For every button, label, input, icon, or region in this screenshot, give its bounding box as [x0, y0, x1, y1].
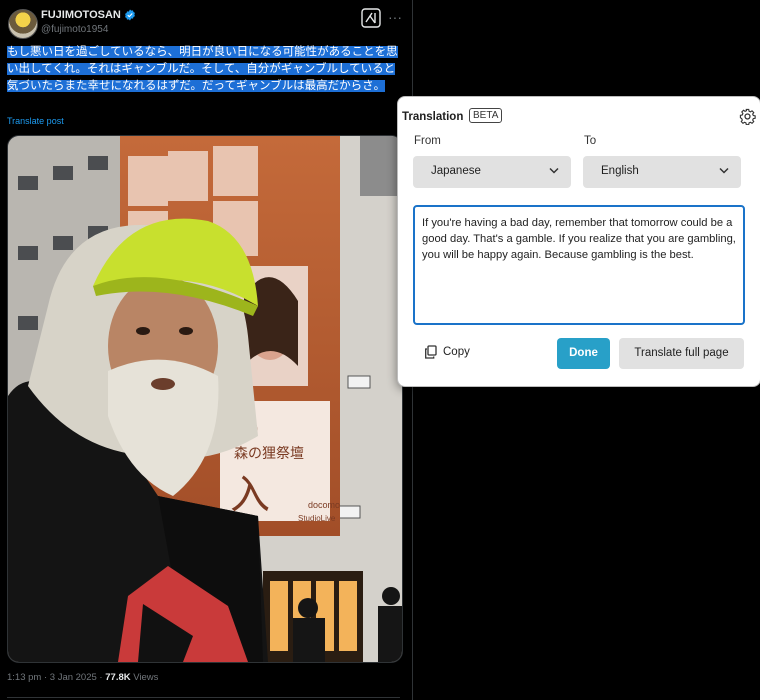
translated-text-area[interactable]: If you're having a bad day, remember tha…: [413, 205, 745, 325]
tweet-photo[interactable]: 20 森の狸祭壇 入 docomo StudioLive: [7, 135, 403, 663]
to-language-select[interactable]: English: [583, 156, 741, 188]
to-language-value: English: [601, 165, 639, 177]
copy-icon: [425, 345, 437, 359]
avatar[interactable]: [8, 9, 38, 39]
billboard-brand: docomo: [308, 500, 340, 510]
gear-icon[interactable]: [739, 108, 756, 125]
more-dots-icon[interactable]: ···: [387, 8, 403, 28]
from-language-value: Japanese: [431, 165, 481, 177]
chevron-down-icon: [549, 167, 559, 174]
tweet-text: もし悪い日を過ごしているなら、明日が良い日になる可能性があることを思い出してくれ…: [7, 44, 400, 96]
from-label: From: [414, 135, 441, 147]
views-label: Views: [133, 672, 159, 683]
tweet-meta: 1:13 pm · 3 Jan 2025 · 77.8K Views: [7, 672, 159, 683]
from-language-select[interactable]: Japanese: [413, 156, 571, 188]
billboard-line2: 森の狸祭壇: [234, 445, 304, 462]
author-name[interactable]: FUJIMOTOSAN: [41, 9, 136, 21]
beta-badge: BETA: [469, 108, 503, 123]
translation-popup: Translation BETA From To Japanese Englis…: [397, 96, 760, 387]
divider: [7, 697, 400, 698]
copy-label: Copy: [443, 346, 470, 358]
tweet-column: FUJIMOTOSAN @fujimoto1954 ··· もし悪い日を過ごして…: [0, 0, 412, 700]
photo-illustration: 20 森の狸祭壇 入 docomo StudioLive: [8, 136, 402, 662]
author-handle[interactable]: @fujimoto1954: [41, 24, 108, 35]
grok-icon[interactable]: [361, 8, 381, 28]
to-label: To: [584, 135, 597, 147]
done-button[interactable]: Done: [557, 338, 610, 369]
popup-title: Translation: [402, 111, 464, 123]
translate-full-page-button[interactable]: Translate full page: [619, 338, 744, 369]
billboard-sub: StudioLive: [298, 514, 336, 523]
author-name-text[interactable]: FUJIMOTOSAN: [41, 9, 121, 21]
views-count: 77.8K: [105, 672, 131, 683]
copy-button[interactable]: Copy: [424, 345, 470, 359]
translate-post-link[interactable]: Translate post: [7, 116, 64, 126]
tweet-text-body: もし悪い日を過ごしているなら、明日が良い日になる可能性があることを思い出してくれ…: [7, 46, 398, 93]
chevron-down-icon: [719, 167, 729, 174]
verified-badge-icon: [124, 9, 135, 21]
billboard-big: 入: [230, 472, 270, 518]
tweet-time[interactable]: 1:13 pm · 3 Jan 2025: [7, 672, 97, 683]
